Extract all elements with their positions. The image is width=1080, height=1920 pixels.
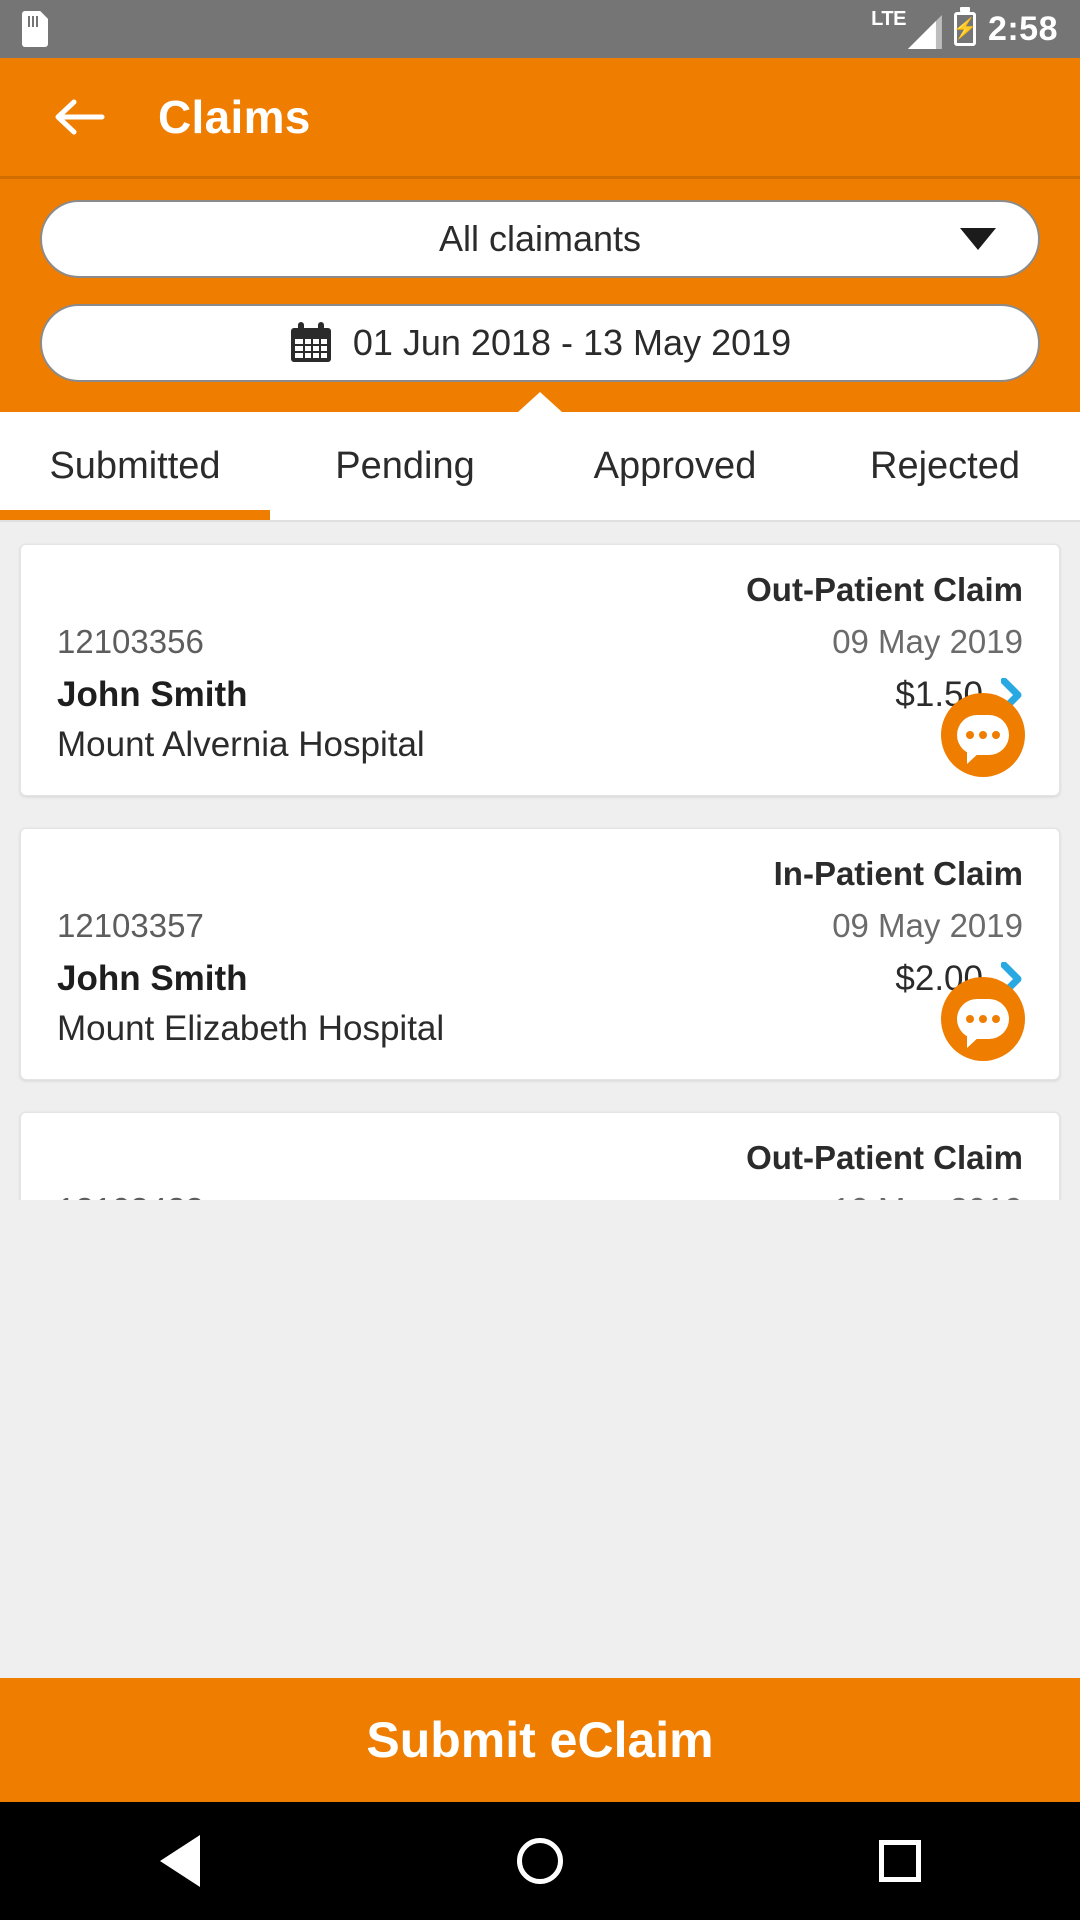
claimant-dropdown-label: All claimants [438,218,642,259]
status-bar-right: LTE ⚡ 2:58 [871,9,1058,49]
claim-card[interactable]: In-Patient Claim 12103357 09 May 2019 Jo… [20,828,1060,1080]
tab-pending[interactable]: Pending [270,412,540,520]
claimant-dropdown[interactable]: All claimants [40,200,1040,278]
tab-approved[interactable]: Approved [540,412,810,520]
hospital-name: Mount Elizabeth Hospital [57,1009,445,1048]
hospital-name: Mount Alvernia Hospital [57,725,425,764]
network-label: LTE [871,8,906,30]
date-range-picker[interactable]: 01 Jun 2018 - 13 May 2019 [40,304,1040,382]
back-arrow-icon[interactable] [52,90,106,144]
status-bar: LTE ⚡ 2:58 [0,0,1080,58]
filter-bar: All claimants 01 Jun 2018 - 13 May 2019 [0,176,1080,382]
chat-bubble-icon[interactable] [941,977,1025,1061]
claim-type: Out-Patient Claim [746,571,1023,608]
claim-type: Out-Patient Claim [746,1139,1023,1176]
date-range-label: 01 Jun 2018 - 13 May 2019 [352,322,792,363]
claimant-name: John Smith [57,675,248,714]
claim-card[interactable]: Out-Patient Claim 12103423 10 May 2019 J… [20,1112,1060,1200]
tab-pending-label: Pending [335,444,475,487]
claim-date: 09 May 2019 [832,623,1023,660]
claim-card[interactable]: Out-Patient Claim 12103356 09 May 2019 J… [20,544,1060,796]
claim-id: 12103357 [57,907,204,944]
tab-submitted[interactable]: Submitted [0,412,270,520]
nav-home-icon[interactable] [480,1802,600,1920]
android-nav-bar [0,1802,1080,1920]
page-title: Claims [158,91,311,143]
calendar-icon [289,322,333,364]
claim-type: In-Patient Claim [773,855,1023,892]
tab-rejected-label: Rejected [870,444,1020,487]
claims-list[interactable]: Out-Patient Claim 12103356 09 May 2019 J… [0,522,1080,1200]
battery-charging-icon: ⚡ [952,12,977,46]
status-bar-clock: 2:58 [987,9,1058,48]
sd-card-icon [22,11,48,47]
submit-eclaim-label: Submit eClaim [366,1712,714,1768]
tab-bar: Submitted Pending Approved Rejected [0,392,1080,520]
signal-bars-icon: LTE [871,9,942,49]
submit-eclaim-button[interactable]: Submit eClaim [0,1678,1080,1802]
claim-id: 12103356 [57,623,204,660]
chat-bubble-icon[interactable] [941,693,1025,777]
chevron-down-icon [960,228,996,250]
nav-recents-icon[interactable] [840,1802,960,1920]
app-bar: Claims [0,58,1080,176]
claim-date: 10 May 2019 [832,1191,1023,1200]
tab-submitted-label: Submitted [49,444,221,487]
claim-date: 09 May 2019 [832,907,1023,944]
nav-back-icon[interactable] [120,1802,240,1920]
claimant-name: John Smith [57,959,248,998]
status-bar-left [22,11,48,47]
tab-rejected[interactable]: Rejected [810,412,1080,520]
tab-approved-label: Approved [593,444,757,487]
claim-id: 12103423 [57,1191,204,1200]
tab-bar-notch [518,392,562,412]
